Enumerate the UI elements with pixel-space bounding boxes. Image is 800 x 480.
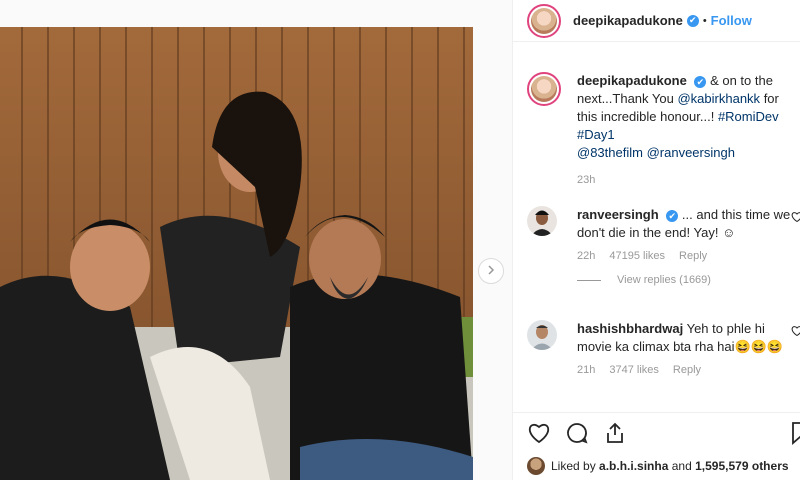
comment-username[interactable]: hashishbhardwaj bbox=[577, 321, 683, 336]
view-replies-button[interactable]: View replies (1669) bbox=[577, 274, 797, 286]
reply-button[interactable]: Reply bbox=[673, 364, 701, 376]
comment-likes[interactable]: 3747 likes bbox=[609, 364, 659, 376]
post-side-panel: deepikapadukone ✔ • Follow deepikapaduko… bbox=[512, 0, 800, 480]
action-icons bbox=[527, 421, 627, 450]
heart-icon[interactable] bbox=[527, 421, 551, 450]
chevron-right-icon bbox=[486, 262, 496, 280]
comment-text: ranveersingh ✔ ... and this time we don'… bbox=[577, 206, 797, 242]
comment-text: hashishbhardwaj Yeh to phle hi movie ka … bbox=[577, 320, 797, 356]
separator-dot: • bbox=[702, 14, 707, 27]
caption: deepikapadukone ✔ & on to the next...Tha… bbox=[527, 72, 797, 186]
mention-link[interactable]: @kabirkhankk bbox=[677, 91, 760, 106]
verified-icon: ✔ bbox=[666, 209, 679, 222]
avatar bbox=[527, 457, 545, 475]
hashtag-link[interactable]: #Day1 bbox=[577, 127, 615, 142]
caption-time[interactable]: 23h bbox=[577, 174, 595, 186]
liked-count[interactable]: 1,595,579 bbox=[695, 459, 748, 473]
comment: ranveersingh ✔ ... and this time we don'… bbox=[527, 206, 800, 286]
likes-summary[interactable]: Liked by a.b.h.i.sinha and 1,595,579 oth… bbox=[527, 457, 789, 475]
liked-and: and bbox=[671, 459, 692, 473]
caption-avatar[interactable] bbox=[527, 72, 561, 106]
caption-meta: 23h bbox=[577, 174, 797, 186]
reply-button[interactable]: Reply bbox=[679, 250, 707, 262]
verified-icon: ✔ bbox=[686, 14, 699, 27]
mention-link[interactable]: @ranveersingh bbox=[647, 145, 735, 160]
carousel-next-button[interactable] bbox=[478, 258, 504, 284]
follow-button[interactable]: Follow bbox=[711, 13, 752, 28]
mention-link[interactable]: @83thefilm bbox=[577, 145, 643, 160]
photo-illustration bbox=[0, 27, 473, 480]
caption-text: deepikapadukone ✔ & on to the next...Tha… bbox=[577, 72, 797, 162]
avatar[interactable] bbox=[527, 3, 561, 38]
comment: hashishbhardwaj Yeh to phle hi movie ka … bbox=[527, 320, 800, 376]
caption-username[interactable]: deepikapadukone bbox=[577, 73, 687, 88]
comment-username[interactable]: ranveersingh bbox=[577, 207, 659, 222]
comment-likes[interactable]: 47195 likes bbox=[609, 250, 665, 262]
comment-icon[interactable] bbox=[565, 421, 589, 450]
post-actions: Liked by a.b.h.i.sinha and 1,595,579 oth… bbox=[513, 412, 800, 480]
heart-icon[interactable] bbox=[791, 324, 800, 342]
view-replies-label: View replies (1669) bbox=[617, 274, 711, 286]
divider-line bbox=[577, 279, 601, 281]
top-strip bbox=[0, 0, 512, 27]
verified-icon: ✔ bbox=[694, 75, 707, 88]
comment-avatar[interactable] bbox=[527, 206, 557, 236]
liked-user[interactable]: a.b.h.i.sinha bbox=[599, 459, 668, 473]
comment-avatar[interactable] bbox=[527, 320, 557, 350]
comment-time[interactable]: 21h bbox=[577, 364, 595, 376]
liked-prefix: Liked by bbox=[551, 459, 596, 473]
comment-time[interactable]: 22h bbox=[577, 250, 595, 262]
post-photo[interactable] bbox=[0, 27, 473, 480]
comment-meta: 21h 3747 likes Reply bbox=[577, 364, 797, 376]
heart-icon[interactable] bbox=[791, 210, 800, 228]
liked-suffix[interactable]: others bbox=[752, 459, 789, 473]
share-icon[interactable] bbox=[603, 421, 627, 450]
comment-meta: 22h 47195 likes Reply bbox=[577, 250, 797, 262]
bookmark-icon[interactable] bbox=[791, 421, 800, 450]
post-header: deepikapadukone ✔ • Follow bbox=[513, 0, 800, 42]
header-username[interactable]: deepikapadukone bbox=[573, 13, 683, 28]
hashtag-link[interactable]: #RomiDev bbox=[718, 109, 779, 124]
